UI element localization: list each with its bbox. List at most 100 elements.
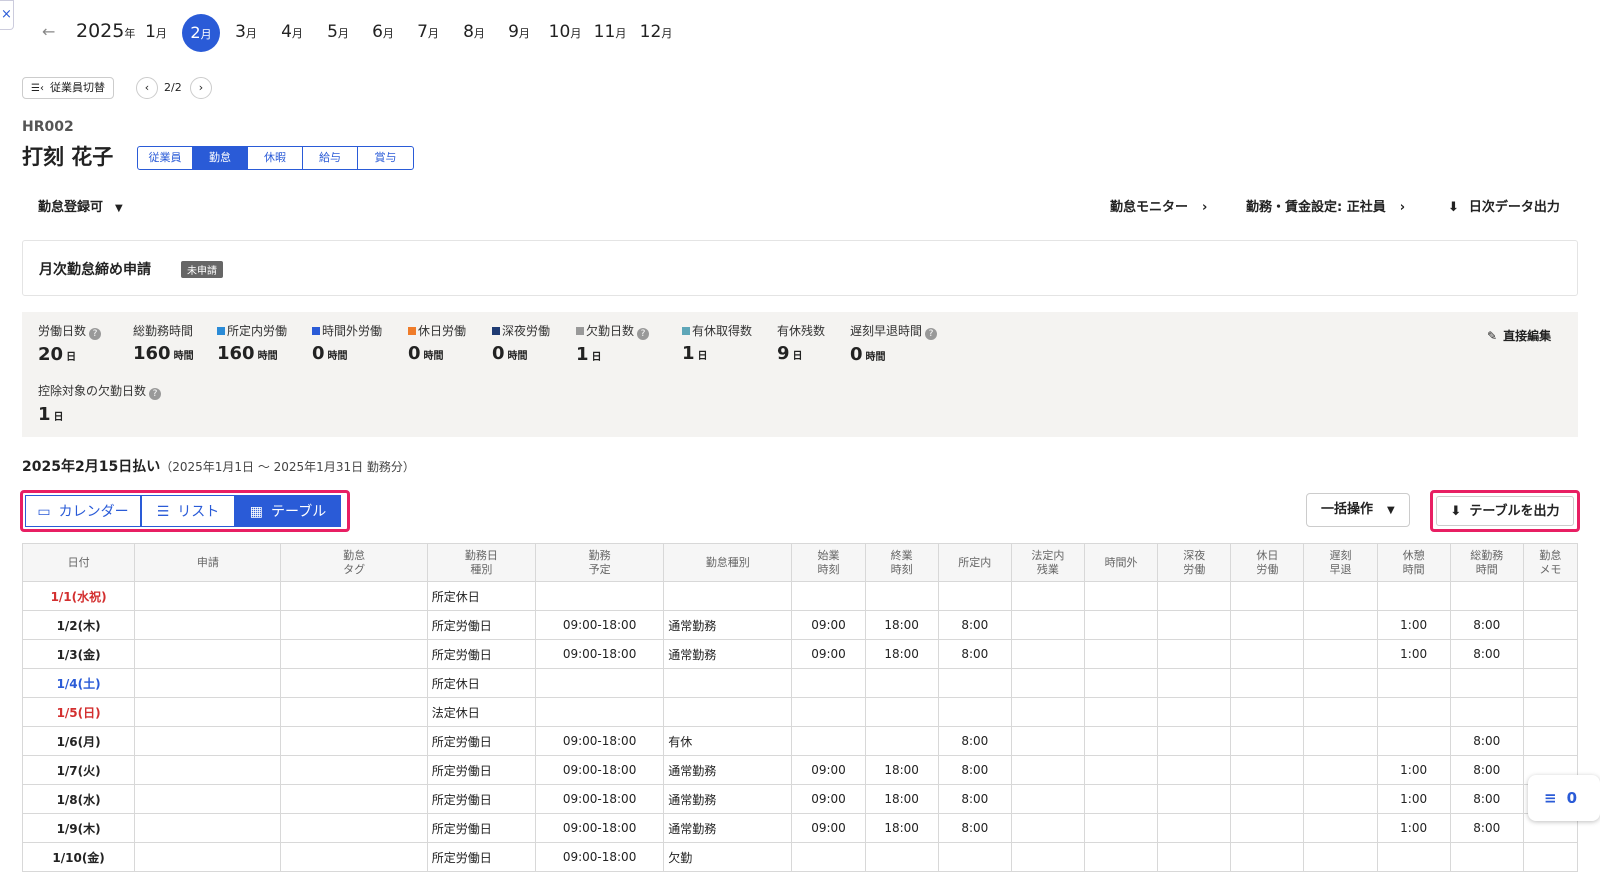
help-icon[interactable]: ? xyxy=(637,328,650,340)
table-cell xyxy=(134,842,282,872)
table-cell xyxy=(1230,639,1305,669)
table-cell xyxy=(1522,668,1579,698)
table-row[interactable]: 1/7(火) 所定労働日 09:00-18:00 通常勤務 09:00 18:00 8:00… xyxy=(21,755,1579,785)
table-cell xyxy=(1157,581,1232,611)
table-cell xyxy=(663,581,793,611)
table-cell xyxy=(1010,668,1086,698)
legend-square xyxy=(408,327,416,335)
table-cell xyxy=(1522,726,1579,756)
table-row[interactable]: 1/9(木) 所定労働日 09:00-18:00 通常勤務 09:00 18:00 8:00… xyxy=(21,813,1579,843)
payment-heading: 2025年2月15日払い（2025年1月1日 ～ 2025年1月31日 勤務分） xyxy=(22,459,415,475)
legend-square xyxy=(217,327,225,335)
employee-pager: 2/2 xyxy=(164,81,182,94)
table-cell xyxy=(134,755,282,785)
table-cell: 1:00 xyxy=(1376,755,1451,785)
tab-bonus[interactable]: 賞与 xyxy=(358,147,413,169)
table-cell: 09:00-18:00 xyxy=(534,755,665,785)
table-cell xyxy=(534,697,665,727)
month-7[interactable]: 7月 xyxy=(408,22,448,42)
stat-item: 労働日数? 20 日 xyxy=(38,322,102,365)
table-cell xyxy=(1083,639,1159,669)
month-12[interactable]: 12月 xyxy=(636,22,676,42)
attendance-status-dropdown[interactable]: 勤怠登録可 ▼ xyxy=(38,196,123,215)
table-cell: 8:00 xyxy=(937,639,1012,669)
wage-setting-link[interactable]: 勤務・賃金設定: 正社員 › xyxy=(1246,196,1405,215)
table-cell: 1/10(金) xyxy=(21,842,136,872)
bulk-action-dropdown[interactable]: 一括操作 ▼ xyxy=(1306,493,1410,527)
column-header: 終業 時刻 xyxy=(864,543,939,582)
attendance-monitor-link[interactable]: 勤怠モニター › xyxy=(1110,196,1207,215)
table-row[interactable]: 1/5(日) 法定休日 xyxy=(21,697,1579,727)
table-cell xyxy=(1083,813,1159,843)
table-cell xyxy=(1303,639,1378,669)
table-row[interactable]: 1/3(金) 所定労働日 09:00-18:00 通常勤務 09:00 18:00 8:00… xyxy=(21,639,1579,669)
table-cell xyxy=(1230,842,1305,872)
table-cell xyxy=(1376,581,1451,611)
tab-attendance[interactable]: 勤怠 xyxy=(193,147,248,169)
month-6[interactable]: 6月 xyxy=(363,22,403,42)
table-cell: 18:00 xyxy=(864,813,939,843)
prev-employee-button[interactable]: ‹ xyxy=(136,77,158,99)
help-icon[interactable]: ? xyxy=(89,328,102,340)
tab-employee[interactable]: 従業員 xyxy=(138,147,193,169)
column-header: 所定内 xyxy=(937,543,1012,582)
close-panel-icon[interactable]: × xyxy=(0,0,14,30)
direct-edit-button[interactable]: ✎ 直接編集 xyxy=(1487,327,1551,344)
table-cell xyxy=(134,639,282,669)
month-5[interactable]: 5月 xyxy=(318,22,358,42)
employee-switch-button[interactable]: ☰‹ 従業員切替 xyxy=(22,77,114,99)
table-row[interactable]: 1/2(木) 所定労働日 09:00-18:00 通常勤務 09:00 18:00 8:00… xyxy=(21,610,1579,640)
list-view-button[interactable]: ☰ リスト xyxy=(141,495,235,527)
table-cell xyxy=(134,668,282,698)
edit-list-icon: ≡ xyxy=(1544,789,1557,807)
table-cell xyxy=(280,726,428,756)
month-2[interactable]: 2月 xyxy=(182,14,220,52)
table-cell: 09:00-18:00 xyxy=(534,726,665,756)
section-tabs: 従業員 勤怠 休暇 給与 賞与 xyxy=(137,146,414,170)
month-1[interactable]: 1月 xyxy=(136,22,176,42)
status-badge: 未申請 xyxy=(181,261,223,278)
help-icon[interactable]: ? xyxy=(925,328,938,340)
pencil-icon: ✎ xyxy=(1487,329,1498,343)
column-header: 時間外 xyxy=(1083,543,1159,582)
table-cell: 8:00 xyxy=(1449,726,1524,756)
month-10[interactable]: 10月 xyxy=(545,22,585,42)
table-row[interactable]: 1/1(水祝) 所定休日 xyxy=(21,581,1579,611)
attendance-summary: 労働日数? 20 日総勤務時間 160 時間 所定内労働 160 時間 時間外労働 0 時間 休日労働… xyxy=(22,312,1578,437)
table-cell xyxy=(1522,581,1579,611)
table-cell xyxy=(134,726,282,756)
next-employee-button[interactable]: › xyxy=(190,77,212,99)
table-cell xyxy=(1157,610,1232,640)
month-11[interactable]: 11月 xyxy=(590,22,630,42)
help-icon[interactable]: ? xyxy=(149,388,162,400)
calendar-view-button[interactable]: ▭ カレンダー xyxy=(25,495,141,527)
tab-leave[interactable]: 休暇 xyxy=(248,147,303,169)
table-cell: 1/1(水祝) xyxy=(21,581,136,611)
table-row[interactable]: 1/8(水) 所定労働日 09:00-18:00 通常勤務 09:00 18:00 8:00… xyxy=(21,784,1579,814)
column-header: 遅刻 早退 xyxy=(1303,543,1378,582)
table-cell: 法定休日 xyxy=(426,697,536,727)
table-cell: 通常勤務 xyxy=(663,755,793,785)
table-cell xyxy=(1303,842,1378,872)
table-cell xyxy=(937,581,1012,611)
memo-count-button[interactable]: ≡ 0 xyxy=(1528,775,1600,821)
table-row[interactable]: 1/10(金) 所定労働日 09:00-18:00 欠勤 xyxy=(21,842,1579,872)
back-arrow-icon[interactable]: ← xyxy=(42,22,55,41)
month-3[interactable]: 3月 xyxy=(226,22,266,42)
table-cell: 1/2(木) xyxy=(21,610,136,640)
daily-export-button[interactable]: ⬇ 日次データ出力 xyxy=(1448,196,1560,215)
table-cell xyxy=(1303,813,1378,843)
tab-salary[interactable]: 給与 xyxy=(303,147,358,169)
table-cell: 1/6(月) xyxy=(21,726,136,756)
month-8[interactable]: 8月 xyxy=(454,22,494,42)
stat-item: 有休残数 9 日 xyxy=(777,324,826,364)
table-cell: 所定労働日 xyxy=(426,813,536,843)
table-row[interactable]: 1/4(土) 所定休日 xyxy=(21,668,1579,698)
export-table-button[interactable]: ⬇ テーブルを出力 xyxy=(1436,496,1574,526)
table-view-button[interactable]: ▦ テーブル xyxy=(235,495,341,527)
table-row[interactable]: 1/6(月) 所定労働日 09:00-18:00 有休 8:00 8:00 xyxy=(21,726,1579,756)
stat-item: 時間外労働 0 時間 xyxy=(312,324,383,364)
month-9[interactable]: 9月 xyxy=(499,22,539,42)
month-4[interactable]: 4月 xyxy=(272,22,312,42)
caret-down-icon: ▼ xyxy=(115,203,123,214)
